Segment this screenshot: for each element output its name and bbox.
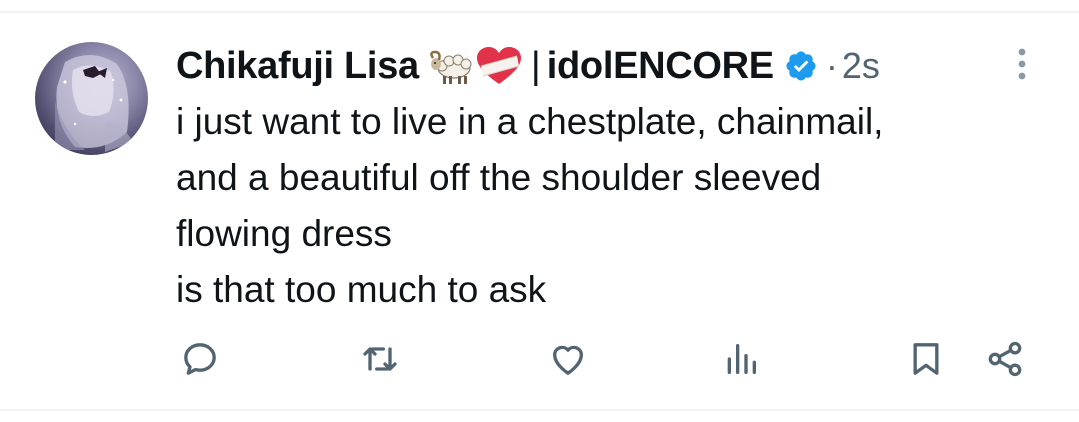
author-affiliation[interactable]: idolENCORE (547, 45, 774, 88)
more-options-icon[interactable] (1010, 44, 1034, 84)
tweet-text-line: and a beautiful off the shoulder sleeved (176, 157, 822, 198)
like-button[interactable] (545, 336, 591, 382)
views-button[interactable] (718, 336, 764, 382)
bookmark-icon (913, 343, 939, 375)
tweet-text-line: i just want to live in a chestplate, cha… (176, 101, 884, 142)
handle-separator: | (530, 44, 541, 87)
avatar[interactable] (35, 42, 148, 155)
time-dot: · (825, 45, 838, 86)
reply-button[interactable] (177, 336, 223, 382)
reply-icon (184, 343, 216, 375)
action-bar (0, 336, 1079, 386)
views-icon (727, 344, 756, 374)
author-name[interactable]: Chikafuji Lisa (176, 45, 419, 88)
ram-emoji-icon (430, 50, 472, 84)
mending-heart-emoji-icon (476, 47, 521, 84)
tweet-text: i just want to live in a chestplate, cha… (176, 94, 1056, 318)
verified-badge-icon (786, 51, 816, 81)
share-button[interactable] (982, 336, 1028, 382)
bookmark-button[interactable] (903, 336, 949, 382)
timestamp[interactable]: 2s (842, 45, 880, 87)
heart-icon (553, 345, 583, 375)
top-divider (0, 11, 1079, 13)
tweet-text-line: flowing dress (176, 213, 392, 254)
share-icon (988, 341, 1022, 377)
tweet-header: Chikafuji Lisa | idolENCORE · 2s (176, 40, 880, 92)
bottom-divider (0, 409, 1079, 411)
retweet-icon (363, 347, 397, 371)
tweet-text-line: is that too much to ask (176, 269, 547, 310)
retweet-button[interactable] (357, 336, 403, 382)
